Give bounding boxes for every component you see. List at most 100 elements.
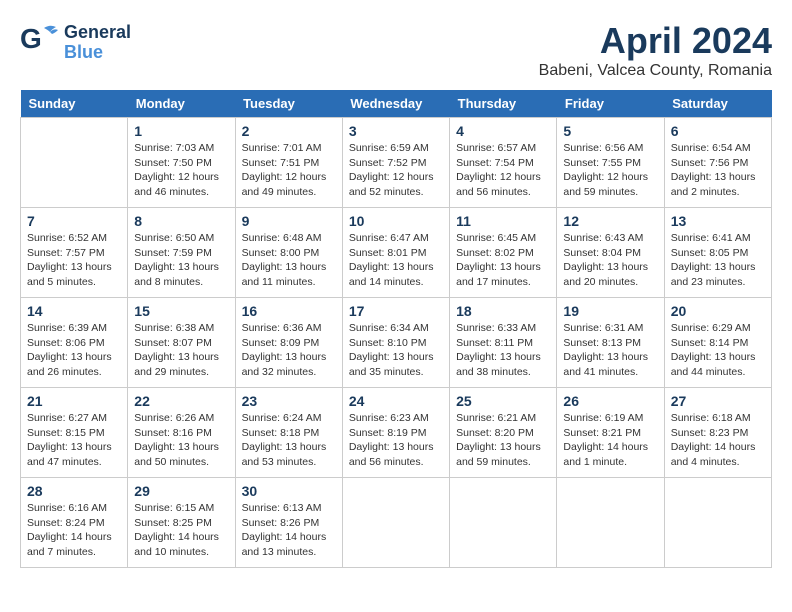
day-number: 23 bbox=[242, 393, 336, 409]
day-number: 29 bbox=[134, 483, 228, 499]
day-info: Sunrise: 6:26 AM Sunset: 8:16 PM Dayligh… bbox=[134, 411, 228, 470]
calendar-cell: 6Sunrise: 6:54 AM Sunset: 7:56 PM Daylig… bbox=[664, 118, 771, 208]
day-info: Sunrise: 6:23 AM Sunset: 8:19 PM Dayligh… bbox=[349, 411, 443, 470]
day-info: Sunrise: 6:24 AM Sunset: 8:18 PM Dayligh… bbox=[242, 411, 336, 470]
day-number: 20 bbox=[671, 303, 765, 319]
calendar-cell: 16 Sunrise: 6:36 AM Sunset: 8:09 PM Dayli… bbox=[235, 298, 342, 388]
header-thursday: Thursday bbox=[450, 90, 557, 118]
day-number: 7 bbox=[27, 213, 121, 229]
calendar-table: Sunday Monday Tuesday Wednesday Thursday… bbox=[20, 90, 772, 568]
calendar-week-3: 14 Sunrise: 6:39 AM Sunset: 8:06 PM Dayli… bbox=[21, 298, 772, 388]
day-number: 13 bbox=[671, 213, 765, 229]
day-info: Sunrise: 6:38 AM Sunset: 8:07 PM Dayligh… bbox=[134, 321, 228, 380]
calendar-cell bbox=[21, 118, 128, 208]
calendar-week-1: 1 Sunrise: 7:03 AM Sunset: 7:50 PM Daylig… bbox=[21, 118, 772, 208]
calendar-cell: 29 Sunrise: 6:15 AM Sunset: 8:25 PM Dayli… bbox=[128, 478, 235, 568]
day-number: 16 bbox=[242, 303, 336, 319]
day-number: 14 bbox=[27, 303, 121, 319]
day-number: 25 bbox=[456, 393, 550, 409]
day-number: 1 bbox=[134, 123, 228, 139]
calendar-cell: 2 Sunrise: 7:01 AM Sunset: 7:51 PM Daylig… bbox=[235, 118, 342, 208]
calendar-cell: 27 Sunrise: 6:18 AM Sunset: 8:23 PM Dayli… bbox=[664, 388, 771, 478]
day-number: 24 bbox=[349, 393, 443, 409]
logo-blue: Blue bbox=[64, 43, 103, 63]
day-number: 15 bbox=[134, 303, 228, 319]
day-info: Sunrise: 7:01 AM Sunset: 7:51 PM Dayligh… bbox=[242, 141, 336, 200]
calendar-header-row: Sunday Monday Tuesday Wednesday Thursday… bbox=[21, 90, 772, 118]
location: Babeni, Valcea County, Romania bbox=[539, 62, 772, 80]
day-number: 21 bbox=[27, 393, 121, 409]
calendar-cell bbox=[557, 478, 664, 568]
day-info: Sunrise: 7:03 AM Sunset: 7:50 PM Dayligh… bbox=[134, 141, 228, 200]
day-number: 9 bbox=[242, 213, 336, 229]
day-info: Sunrise: 6:34 AM Sunset: 8:10 PM Dayligh… bbox=[349, 321, 443, 380]
header-monday: Monday bbox=[128, 90, 235, 118]
calendar-cell: 15 Sunrise: 6:38 AM Sunset: 8:07 PM Dayli… bbox=[128, 298, 235, 388]
day-info: Sunrise: 6:47 AM Sunset: 8:01 PM Dayligh… bbox=[349, 231, 443, 290]
title-section: April 2024 Babeni, Valcea County, Romani… bbox=[539, 20, 772, 80]
day-info: Sunrise: 6:21 AM Sunset: 8:20 PM Dayligh… bbox=[456, 411, 550, 470]
day-info: Sunrise: 6:52 AM Sunset: 7:57 PM Dayligh… bbox=[27, 231, 121, 290]
day-info: Sunrise: 6:41 AM Sunset: 8:05 PM Dayligh… bbox=[671, 231, 765, 290]
page-header: G General Blue April 2024 Babeni, Valcea… bbox=[20, 20, 772, 80]
day-number: 26 bbox=[563, 393, 657, 409]
calendar-cell: 12 Sunrise: 6:43 AM Sunset: 8:04 PM Dayli… bbox=[557, 208, 664, 298]
logo-text-wrapper: General Blue bbox=[64, 23, 131, 63]
day-info: Sunrise: 6:16 AM Sunset: 8:24 PM Dayligh… bbox=[27, 501, 121, 560]
header-tuesday: Tuesday bbox=[235, 90, 342, 118]
day-number: 27 bbox=[671, 393, 765, 409]
calendar-cell: 8 Sunrise: 6:50 AM Sunset: 7:59 PM Daylig… bbox=[128, 208, 235, 298]
calendar-cell bbox=[664, 478, 771, 568]
day-info: Sunrise: 6:56 AM Sunset: 7:55 PM Dayligh… bbox=[563, 141, 657, 200]
calendar-week-5: 28Sunrise: 6:16 AM Sunset: 8:24 PM Dayli… bbox=[21, 478, 772, 568]
calendar-cell: 19 Sunrise: 6:31 AM Sunset: 8:13 PM Dayli… bbox=[557, 298, 664, 388]
day-info: Sunrise: 6:50 AM Sunset: 7:59 PM Dayligh… bbox=[134, 231, 228, 290]
calendar-cell: 24 Sunrise: 6:23 AM Sunset: 8:19 PM Dayli… bbox=[342, 388, 449, 478]
day-info: Sunrise: 6:31 AM Sunset: 8:13 PM Dayligh… bbox=[563, 321, 657, 380]
day-info: Sunrise: 6:18 AM Sunset: 8:23 PM Dayligh… bbox=[671, 411, 765, 470]
calendar-cell: 28Sunrise: 6:16 AM Sunset: 8:24 PM Dayli… bbox=[21, 478, 128, 568]
calendar-cell: 20Sunrise: 6:29 AM Sunset: 8:14 PM Dayli… bbox=[664, 298, 771, 388]
calendar-cell bbox=[450, 478, 557, 568]
header-saturday: Saturday bbox=[664, 90, 771, 118]
calendar-cell bbox=[342, 478, 449, 568]
calendar-week-4: 21Sunrise: 6:27 AM Sunset: 8:15 PM Dayli… bbox=[21, 388, 772, 478]
day-info: Sunrise: 6:33 AM Sunset: 8:11 PM Dayligh… bbox=[456, 321, 550, 380]
day-info: Sunrise: 6:15 AM Sunset: 8:25 PM Dayligh… bbox=[134, 501, 228, 560]
calendar-cell: 17Sunrise: 6:34 AM Sunset: 8:10 PM Dayli… bbox=[342, 298, 449, 388]
calendar-cell: 5 Sunrise: 6:56 AM Sunset: 7:55 PM Daylig… bbox=[557, 118, 664, 208]
day-info: Sunrise: 6:54 AM Sunset: 7:56 PM Dayligh… bbox=[671, 141, 765, 200]
day-info: Sunrise: 6:43 AM Sunset: 8:04 PM Dayligh… bbox=[563, 231, 657, 290]
day-number: 18 bbox=[456, 303, 550, 319]
day-number: 5 bbox=[563, 123, 657, 139]
day-number: 12 bbox=[563, 213, 657, 229]
header-sunday: Sunday bbox=[21, 90, 128, 118]
day-number: 30 bbox=[242, 483, 336, 499]
calendar-cell: 21Sunrise: 6:27 AM Sunset: 8:15 PM Dayli… bbox=[21, 388, 128, 478]
day-number: 3 bbox=[349, 123, 443, 139]
day-info: Sunrise: 6:39 AM Sunset: 8:06 PM Dayligh… bbox=[27, 321, 121, 380]
calendar-cell: 18 Sunrise: 6:33 AM Sunset: 8:11 PM Dayli… bbox=[450, 298, 557, 388]
day-info: Sunrise: 6:13 AM Sunset: 8:26 PM Dayligh… bbox=[242, 501, 336, 560]
header-friday: Friday bbox=[557, 90, 664, 118]
day-info: Sunrise: 6:57 AM Sunset: 7:54 PM Dayligh… bbox=[456, 141, 550, 200]
calendar-cell: 22Sunrise: 6:26 AM Sunset: 8:16 PM Dayli… bbox=[128, 388, 235, 478]
calendar-week-2: 7 Sunrise: 6:52 AM Sunset: 7:57 PM Daylig… bbox=[21, 208, 772, 298]
day-number: 4 bbox=[456, 123, 550, 139]
day-info: Sunrise: 6:19 AM Sunset: 8:21 PM Dayligh… bbox=[563, 411, 657, 470]
day-number: 2 bbox=[242, 123, 336, 139]
calendar-cell: 10Sunrise: 6:47 AM Sunset: 8:01 PM Dayli… bbox=[342, 208, 449, 298]
day-number: 11 bbox=[456, 213, 550, 229]
calendar-cell: 4 Sunrise: 6:57 AM Sunset: 7:54 PM Daylig… bbox=[450, 118, 557, 208]
calendar-cell: 7 Sunrise: 6:52 AM Sunset: 7:57 PM Daylig… bbox=[21, 208, 128, 298]
calendar-cell: 1 Sunrise: 7:03 AM Sunset: 7:50 PM Daylig… bbox=[128, 118, 235, 208]
logo: G General Blue bbox=[20, 20, 131, 65]
day-info: Sunrise: 6:36 AM Sunset: 8:09 PM Dayligh… bbox=[242, 321, 336, 380]
calendar-cell: 13 Sunrise: 6:41 AM Sunset: 8:05 PM Dayli… bbox=[664, 208, 771, 298]
calendar-cell: 23 Sunrise: 6:24 AM Sunset: 8:18 PM Dayli… bbox=[235, 388, 342, 478]
svg-text:G: G bbox=[20, 23, 42, 54]
day-number: 19 bbox=[563, 303, 657, 319]
day-number: 8 bbox=[134, 213, 228, 229]
calendar-cell: 25 Sunrise: 6:21 AM Sunset: 8:20 PM Dayli… bbox=[450, 388, 557, 478]
calendar-cell: 11Sunrise: 6:45 AM Sunset: 8:02 PM Dayli… bbox=[450, 208, 557, 298]
